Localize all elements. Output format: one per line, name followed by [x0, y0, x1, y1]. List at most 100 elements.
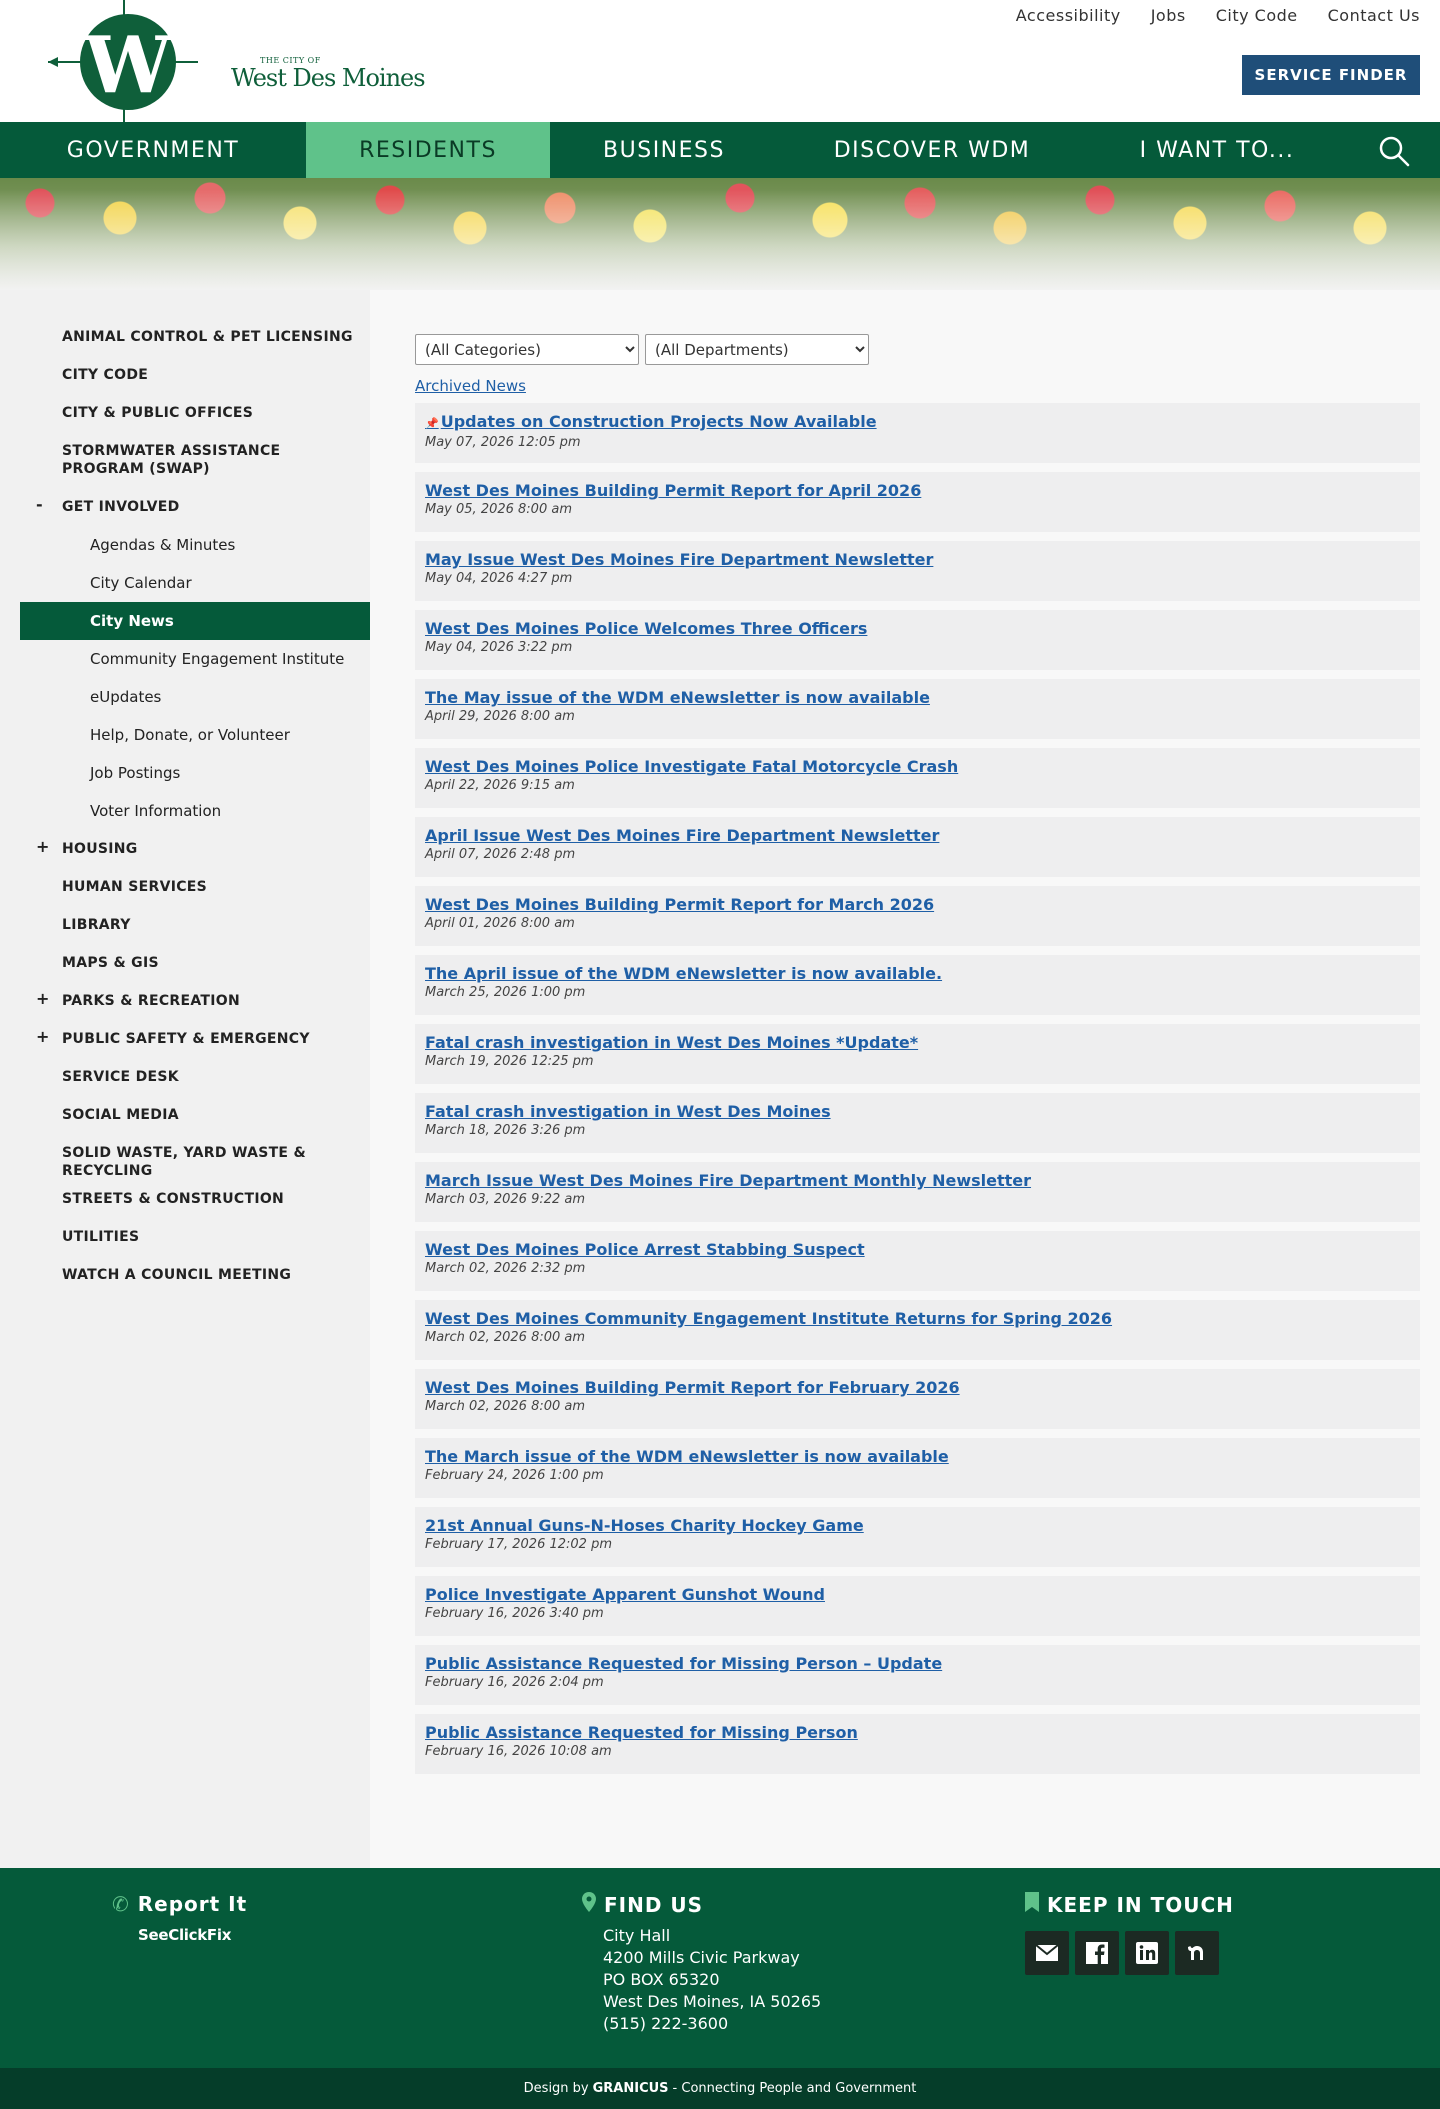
- util-link-contact-us[interactable]: Contact Us: [1328, 6, 1420, 25]
- footer-report-it: ✆ Report It SeeClickFix: [112, 1892, 247, 1944]
- sidebar-sub-job-postings[interactable]: Job Postings: [20, 754, 370, 792]
- sidebar-item-label: UTILITIES: [62, 1229, 140, 1245]
- news-item: Fatal crash investigation in West Des Mo…: [415, 1024, 1420, 1084]
- news-title-link[interactable]: Police Investigate Apparent Gunshot Woun…: [425, 1584, 1410, 1605]
- nav-discover-wdm[interactable]: DISCOVER WDM: [778, 122, 1086, 178]
- sidebar-item-parks-recreation[interactable]: + PARKS & RECREATION: [0, 982, 370, 1020]
- news-title-link[interactable]: March Issue West Des Moines Fire Departm…: [425, 1170, 1410, 1191]
- news-title-link[interactable]: Fatal crash investigation in West Des Mo…: [425, 1101, 1410, 1122]
- news-date: March 18, 2026 3:26 pm: [425, 1123, 586, 1138]
- news-item: May Issue West Des Moines Fire Departmen…: [415, 541, 1420, 601]
- sidebar-item-label: CITY CODE: [62, 367, 149, 383]
- news-item: Fatal crash investigation in West Des Mo…: [415, 1093, 1420, 1153]
- sidebar-item-animal-control[interactable]: ANIMAL CONTROL & PET LICENSING: [0, 318, 370, 356]
- phone-number[interactable]: (515) 222-3600: [603, 2013, 821, 2035]
- collapse-toggle-icon[interactable]: -: [36, 496, 43, 514]
- sidebar-item-social-media[interactable]: SOCIAL MEDIA: [0, 1096, 370, 1134]
- logo-name: West Des Moines: [231, 64, 426, 92]
- news-title-link[interactable]: West Des Moines Police Arrest Stabbing S…: [425, 1239, 1410, 1260]
- util-link-jobs[interactable]: Jobs: [1151, 6, 1186, 25]
- nav-i-want-to[interactable]: I WANT TO...: [1086, 122, 1348, 178]
- tulip-banner-image: [0, 178, 1440, 290]
- city-logo[interactable]: W THE CITY OF West Des Moines: [48, 0, 426, 122]
- news-date: March 02, 2026 8:00 am: [425, 1330, 586, 1345]
- nav-government[interactable]: GOVERNMENT: [0, 122, 306, 178]
- sidebar-item-human-services[interactable]: HUMAN SERVICES: [0, 868, 370, 906]
- news-title-link[interactable]: The April issue of the WDM eNewsletter i…: [425, 963, 1410, 984]
- nav-residents[interactable]: RESIDENTS: [306, 122, 550, 178]
- facebook-icon[interactable]: [1075, 1931, 1119, 1975]
- footer-keep-in-touch: KEEP IN TOUCH: [1025, 1892, 1234, 1975]
- news-title-link[interactable]: The May issue of the WDM eNewsletter is …: [425, 687, 1410, 708]
- granicus-link[interactable]: GRANICUS: [593, 2081, 669, 2096]
- news-item: Public Assistance Requested for Missing …: [415, 1645, 1420, 1705]
- news-item: 📌 Updates on Construction Projects Now Av…: [415, 403, 1420, 463]
- archived-news-link[interactable]: Archived News: [415, 377, 1420, 395]
- address-line: West Des Moines, IA 50265: [603, 1992, 822, 2011]
- news-title-link[interactable]: April Issue West Des Moines Fire Departm…: [425, 825, 1410, 846]
- nav-business[interactable]: BUSINESS: [550, 122, 778, 178]
- util-link-city-code[interactable]: City Code: [1216, 6, 1298, 25]
- nextdoor-icon[interactable]: [1175, 1931, 1219, 1975]
- sidebar-sub-city-news[interactable]: City News: [20, 602, 370, 640]
- social-links: [1025, 1931, 1234, 1975]
- address-block: City Hall 4200 Mills Civic Parkway PO BO…: [603, 1925, 821, 2035]
- news-title-link[interactable]: Public Assistance Requested for Missing …: [425, 1653, 1410, 1674]
- sidebar-item-streets[interactable]: STREETS & CONSTRUCTION: [0, 1180, 370, 1218]
- news-date: February 17, 2026 12:02 pm: [425, 1537, 612, 1552]
- category-select[interactable]: (All Categories): [415, 334, 639, 365]
- service-finder-button[interactable]: SERVICE FINDER: [1242, 55, 1420, 95]
- expand-toggle-icon[interactable]: +: [36, 1028, 50, 1046]
- search-icon[interactable]: [1378, 135, 1410, 167]
- news-title-link[interactable]: The March issue of the WDM eNewsletter i…: [425, 1446, 1410, 1467]
- sidebar-sub-city-calendar[interactable]: City Calendar: [20, 564, 370, 602]
- news-item: West Des Moines Police Welcomes Three Of…: [415, 610, 1420, 670]
- sidebar-item-maps-gis[interactable]: MAPS & GIS: [0, 944, 370, 982]
- email-icon[interactable]: [1025, 1931, 1069, 1975]
- page: W THE CITY OF West Des Moines Accessibil…: [0, 0, 1440, 2109]
- news-date: February 16, 2026 2:04 pm: [425, 1675, 604, 1690]
- sidebar-item-stormwater[interactable]: STORMWATER ASSISTANCE PROGRAM (SWAP): [0, 432, 370, 488]
- news-title-link[interactable]: West Des Moines Police Welcomes Three Of…: [425, 618, 1410, 639]
- sidebar-item-library[interactable]: LIBRARY: [0, 906, 370, 944]
- address-line: PO BOX 65320: [603, 1970, 720, 1989]
- news-date: February 16, 2026 10:08 am: [425, 1744, 612, 1759]
- logo-emblem-icon: W: [48, 0, 198, 122]
- sidebar-item-utilities[interactable]: UTILITIES: [0, 1218, 370, 1256]
- sidebar-item-label: LIBRARY: [62, 917, 131, 933]
- news-title-link[interactable]: West Des Moines Police Investigate Fatal…: [425, 756, 1410, 777]
- sidebar-sub-engagement-institute[interactable]: Community Engagement Institute: [20, 640, 370, 678]
- sidebar-item-service-desk[interactable]: SERVICE DESK: [0, 1058, 370, 1096]
- linkedin-icon[interactable]: [1125, 1931, 1169, 1975]
- news-title-link[interactable]: 📌 Updates on Construction Projects Now Av…: [425, 411, 1410, 434]
- sidebar-item-get-involved[interactable]: - GET INVOLVED: [0, 488, 370, 526]
- expand-toggle-icon[interactable]: +: [36, 990, 50, 1008]
- sidebar-item-solid-waste[interactable]: SOLID WASTE, YARD WASTE & RECYCLING: [0, 1134, 370, 1180]
- sidebar-sub-agendas[interactable]: Agendas & Minutes: [20, 526, 370, 564]
- news-title-link[interactable]: West Des Moines Building Permit Report f…: [425, 1377, 1410, 1398]
- news-title-link[interactable]: 21st Annual Guns-N-Hoses Charity Hockey …: [425, 1515, 1410, 1536]
- sidebar-item-public-safety[interactable]: + PUBLIC SAFETY & EMERGENCY: [0, 1020, 370, 1058]
- sidebar-item-label: SERVICE DESK: [62, 1069, 179, 1085]
- expand-toggle-icon[interactable]: +: [36, 838, 50, 856]
- sidebar-sub-voter-info[interactable]: Voter Information: [20, 792, 370, 830]
- sidebar-item-council-meeting[interactable]: WATCH A COUNCIL MEETING: [0, 1256, 370, 1294]
- news-title-link[interactable]: West Des Moines Building Permit Report f…: [425, 894, 1410, 915]
- news-title-link[interactable]: Public Assistance Requested for Missing …: [425, 1722, 1410, 1743]
- sidebar-item-city-code[interactable]: CITY CODE: [0, 356, 370, 394]
- department-select[interactable]: (All Departments): [645, 334, 869, 365]
- news-title-link[interactable]: West Des Moines Community Engagement Ins…: [425, 1308, 1410, 1329]
- news-title-link[interactable]: Fatal crash investigation in West Des Mo…: [425, 1032, 1410, 1053]
- sidebar-item-housing[interactable]: + HOUSING: [0, 830, 370, 868]
- sidebar-sub-eupdates[interactable]: eUpdates: [20, 678, 370, 716]
- news-title-link[interactable]: May Issue West Des Moines Fire Departmen…: [425, 549, 1410, 570]
- news-title-link[interactable]: West Des Moines Building Permit Report f…: [425, 480, 1410, 501]
- seeclickfix-link[interactable]: SeeClickFix: [138, 1926, 247, 1944]
- news-date: May 05, 2026 8:00 am: [425, 502, 572, 517]
- sidebar-sub-help-donate[interactable]: Help, Donate, or Volunteer: [20, 716, 370, 754]
- sidebar-item-city-public-offices[interactable]: CITY & PUBLIC OFFICES: [0, 394, 370, 432]
- news-title-text: Public Assistance Requested for Missing …: [425, 1654, 943, 1673]
- news-date: February 16, 2026 3:40 pm: [425, 1606, 604, 1621]
- main-nav: GOVERNMENT RESIDENTS BUSINESS DISCOVER W…: [0, 122, 1440, 178]
- util-link-accessibility[interactable]: Accessibility: [1016, 6, 1121, 25]
